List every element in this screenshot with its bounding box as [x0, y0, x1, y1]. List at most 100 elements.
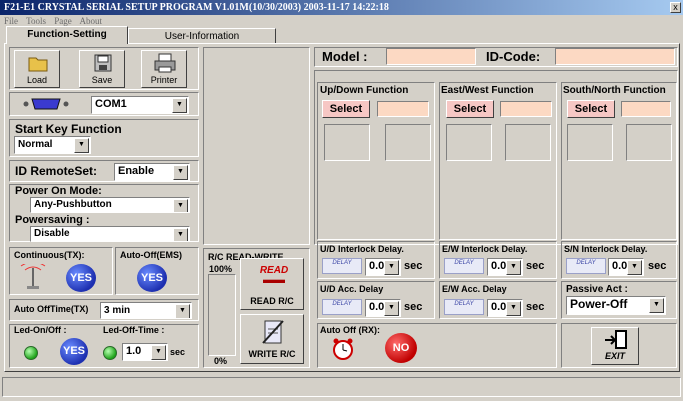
auto-off-time-value: 3 min: [104, 305, 131, 316]
middle-blank-panel: [203, 47, 310, 245]
eastwest-select-button[interactable]: Select: [446, 100, 494, 118]
menu-file[interactable]: File: [4, 16, 18, 26]
progress-bar: [208, 274, 236, 356]
auto-off-ems-yes-button[interactable]: YES: [137, 264, 167, 292]
load-button[interactable]: Load: [14, 50, 60, 88]
eastwest-value-field[interactable]: [500, 101, 552, 117]
write-rc-label: WRITE R/C: [248, 349, 296, 359]
chevron-down-icon[interactable]: ▼: [173, 199, 188, 212]
led-yes-button[interactable]: YES: [60, 338, 88, 365]
chevron-down-icon[interactable]: ▼: [173, 228, 188, 241]
title-bar: F21-E1 CRYSTAL SERIAL SETUP PROGRAM V1.0…: [0, 0, 683, 15]
printer-label: Printer: [150, 75, 178, 85]
chevron-down-icon[interactable]: ▼: [74, 138, 89, 153]
chevron-down-icon[interactable]: ▼: [649, 298, 664, 313]
ud-interlock-label: U/D Interlock Delay.: [320, 244, 404, 254]
progress-bottom-label: 0%: [214, 356, 228, 366]
serial-port-icon: [23, 98, 69, 110]
close-button[interactable]: x: [670, 2, 681, 13]
menu-about[interactable]: About: [80, 16, 103, 26]
exit-button[interactable]: EXIT: [591, 327, 639, 365]
chevron-down-icon[interactable]: ▼: [175, 304, 190, 318]
led-off-time-label: Led-Off-Time :: [103, 325, 165, 335]
chevron-down-icon[interactable]: ▼: [173, 165, 188, 180]
ud-acc-value: 0.0: [369, 301, 385, 313]
status-bar: [2, 377, 681, 397]
ew-acc-unit: sec: [526, 301, 545, 313]
updown-select-button[interactable]: Select: [322, 100, 370, 118]
auto-off-time-label: Auto OffTime(TX): [14, 304, 89, 314]
id-remote-select[interactable]: Enable ▼: [114, 163, 190, 181]
com-port-value: COM1: [95, 98, 127, 110]
start-key-value: Normal: [18, 139, 53, 150]
com-port-select[interactable]: COM1 ▼: [91, 96, 189, 114]
ew-interlock-unit: sec: [526, 260, 545, 272]
continuous-yes-button[interactable]: YES: [66, 264, 96, 292]
sn-interlock-unit: sec: [648, 260, 667, 272]
menu-page[interactable]: Page: [54, 16, 72, 26]
sn-interlock-value: 0.0: [612, 260, 628, 272]
ew-acc-value: 0.0: [491, 301, 507, 313]
id-code-field[interactable]: [555, 48, 675, 65]
southnorth-value-field[interactable]: [621, 101, 671, 117]
delay-icon: DELAY: [444, 299, 484, 315]
power-on-label: Power On Mode:: [15, 185, 102, 197]
sn-interlock-label: S/N Interlock Delay.: [564, 244, 648, 254]
load-label: Load: [26, 75, 48, 85]
powersaving-select[interactable]: Disable ▼: [30, 226, 190, 242]
start-key-select[interactable]: Normal ▼: [14, 136, 91, 154]
ew-acc-select[interactable]: 0.0 ▼: [487, 299, 523, 317]
model-label: Model :: [322, 49, 368, 64]
led-off-time-select[interactable]: 1.0 ▼: [122, 343, 168, 361]
save-button[interactable]: Save: [79, 50, 125, 88]
id-remote-value: Enable: [118, 165, 155, 177]
led-on-icon: [24, 346, 38, 360]
read-icon: READ ▬▬: [259, 265, 289, 286]
southnorth-select-button[interactable]: Select: [567, 100, 615, 118]
exit-door-icon: [605, 330, 627, 349]
save-label: Save: [91, 75, 113, 85]
sn-interlock-select[interactable]: 0.0 ▼: [608, 258, 644, 276]
power-on-select[interactable]: Any-Pushbutton ▼: [30, 197, 190, 213]
continuous-label: Continuous(TX):: [14, 250, 85, 260]
read-rc-button[interactable]: READ ▬▬ READ R/C: [240, 258, 304, 310]
passive-value: Power-Off: [570, 297, 628, 311]
ew-interlock-value: 0.0: [491, 260, 507, 272]
eastwest-box-right: [505, 124, 551, 161]
delay-icon: DELAY: [566, 258, 606, 274]
auto-off-rx-no-button[interactable]: NO: [385, 333, 417, 363]
ew-interlock-select[interactable]: 0.0 ▼: [487, 258, 523, 276]
delay-icon: DELAY: [322, 299, 362, 315]
start-key-label: Start Key Function: [15, 122, 122, 136]
chevron-down-icon[interactable]: ▼: [627, 260, 642, 275]
delay-icon: DELAY: [322, 258, 362, 274]
chevron-down-icon[interactable]: ▼: [506, 301, 521, 316]
read-rc-label: READ R/C: [250, 296, 294, 306]
tab-function-setting[interactable]: Function-Setting: [6, 26, 128, 44]
write-rc-button[interactable]: WRITE R/C: [240, 314, 304, 364]
southnorth-box-left: [567, 124, 613, 161]
chevron-down-icon[interactable]: ▼: [172, 98, 187, 113]
passive-label: Passive Act :: [566, 284, 628, 295]
auto-off-time-select[interactable]: 3 min ▼: [100, 302, 192, 319]
ud-interlock-select[interactable]: 0.0 ▼: [365, 258, 401, 276]
chevron-down-icon[interactable]: ▼: [384, 260, 399, 275]
southnorth-title: South/North Function: [563, 85, 666, 96]
printer-button[interactable]: Printer: [141, 50, 187, 88]
ud-interlock-value: 0.0: [369, 260, 385, 272]
updown-value-field[interactable]: [377, 101, 429, 117]
southnorth-box-right: [626, 124, 672, 161]
tab-user-information[interactable]: User-Information: [128, 28, 276, 44]
ud-acc-select[interactable]: 0.0 ▼: [365, 299, 401, 317]
delay-icon: DELAY: [444, 258, 484, 274]
id-code-label: ID-Code:: [486, 49, 541, 64]
menu-tools[interactable]: Tools: [26, 16, 46, 26]
updown-box-left: [324, 124, 370, 161]
chevron-down-icon[interactable]: ▼: [506, 260, 521, 275]
window-title: F21-E1 CRYSTAL SERIAL SETUP PROGRAM V1.0…: [4, 2, 389, 13]
chevron-down-icon[interactable]: ▼: [151, 345, 166, 360]
exit-label: EXIT: [604, 351, 625, 361]
chevron-down-icon[interactable]: ▼: [384, 301, 399, 316]
model-field[interactable]: [386, 48, 476, 65]
passive-select[interactable]: Power-Off ▼: [566, 296, 666, 315]
